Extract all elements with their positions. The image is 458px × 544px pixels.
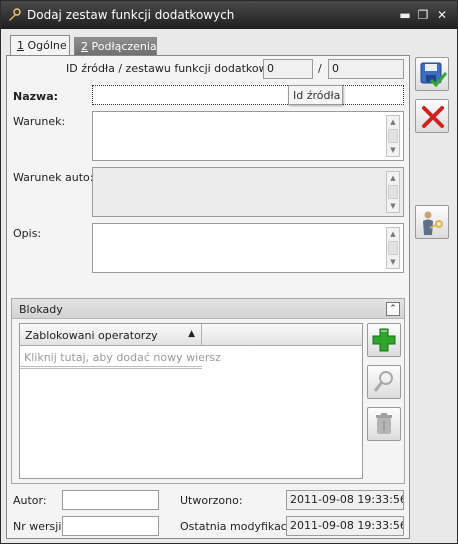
id-tooltip: Id źródła: [288, 85, 343, 105]
app-icon: [7, 8, 21, 22]
scroll-down-icon[interactable]: ▼: [387, 256, 399, 268]
modyfikacja-field[interactable]: 2011-09-08 19:33:56: [286, 516, 404, 536]
opis-scrollbar[interactable]: ▲ ▼: [386, 227, 400, 269]
cancel-button[interactable]: [415, 99, 449, 133]
close-button[interactable]: ✕: [435, 8, 449, 22]
window-title: Dodaj zestaw funkcji dodatkowych: [27, 8, 235, 22]
autor-field[interactable]: [62, 490, 159, 510]
grid-header: Zablokowani operatorzy ▲: [20, 324, 362, 346]
new-row-placeholder[interactable]: Kliknij tutaj, aby dodać nowy wiersz: [20, 347, 221, 369]
warunek-auto-textarea[interactable]: ▲ ▼: [92, 167, 404, 217]
blokady-header: Blokady ⌃: [12, 299, 404, 319]
id-set-field[interactable]: 0: [328, 59, 404, 79]
title-bar: Dodaj zestaw funkcji dodatkowych ▬ ❐ ✕: [1, 1, 457, 29]
new-row-hint: Kliknij tutaj, aby dodać nowy wiersz: [24, 351, 221, 364]
warunek-auto-label: Warunek auto:: [13, 171, 94, 184]
scroll-down-icon[interactable]: ▼: [387, 200, 399, 212]
delete-operator-button[interactable]: [367, 407, 401, 441]
nr-wersji-label: Nr wersji:: [13, 520, 66, 533]
access-rights-button[interactable]: [415, 205, 449, 239]
scroll-down-icon[interactable]: ▼: [387, 144, 399, 156]
tab-ogolne[interactable]: 1 Ogólne: [10, 35, 70, 56]
modyfikacja-label: Ostatnia modyfikacja:: [180, 520, 301, 533]
id-separator: /: [318, 62, 322, 75]
tab-ogolne-hotkey: 1: [17, 39, 24, 52]
operators-grid[interactable]: Zablokowani operatorzy ▲ Kliknij tutaj, …: [19, 323, 363, 479]
tab-ogolne-label: Ogólne: [24, 39, 67, 52]
nazwa-label: Nazwa:: [13, 90, 59, 103]
nazwa-input[interactable]: [92, 85, 404, 105]
warunek-label: Warunek:: [13, 115, 66, 128]
collapse-chevron-icon[interactable]: ⌃: [386, 302, 400, 316]
tab-podlaczenia-hotkey: 2: [81, 40, 88, 53]
sort-ascending-icon: ▲: [188, 329, 195, 339]
column-header-operators[interactable]: Zablokowani operatorzy ▲: [20, 324, 202, 345]
minimize-button[interactable]: ▬: [398, 8, 412, 22]
utworzono-field[interactable]: 2011-09-08 19:33:56: [286, 490, 404, 510]
save-button[interactable]: [415, 57, 449, 91]
dialog-window: Dodaj zestaw funkcji dodatkowych ▬ ❐ ✕ 1…: [0, 0, 458, 544]
nr-wersji-field[interactable]: [62, 516, 159, 536]
blokady-group: Blokady ⌃ Zablokowani operatorzy ▲ Klikn…: [11, 298, 405, 484]
maximize-button[interactable]: ❐: [416, 8, 430, 22]
opis-textarea[interactable]: ▲ ▼: [92, 223, 404, 273]
blokady-title: Blokady: [19, 303, 63, 316]
add-operator-button[interactable]: [367, 323, 401, 357]
scroll-up-icon[interactable]: ▲: [387, 116, 399, 128]
warunek-scrollbar[interactable]: ▲ ▼: [386, 115, 400, 157]
column-header-label: Zablokowani operatorzy: [25, 329, 158, 342]
warunek-auto-scrollbar[interactable]: ▲ ▼: [386, 171, 400, 213]
tab-podlaczenia-label: Podłączenia: [88, 40, 157, 53]
utworzono-label: Utworzono:: [180, 494, 243, 507]
opis-label: Opis:: [13, 227, 42, 240]
scroll-thumb[interactable]: [388, 129, 398, 143]
id-source-field[interactable]: 0: [263, 59, 313, 79]
edit-operator-button[interactable]: [367, 365, 401, 399]
warunek-textarea[interactable]: ▲ ▼: [92, 111, 404, 161]
scroll-thumb[interactable]: [388, 241, 398, 255]
scroll-up-icon[interactable]: ▲: [387, 172, 399, 184]
scroll-thumb[interactable]: [388, 185, 398, 199]
id-label: ID źródła / zestawu funkcji dodatkowych: [66, 62, 288, 75]
tab-podlaczenia[interactable]: 2 Podłączenia: [74, 37, 157, 55]
right-toolbar: [413, 55, 453, 539]
scroll-up-icon[interactable]: ▲: [387, 228, 399, 240]
autor-label: Autor:: [13, 494, 47, 507]
